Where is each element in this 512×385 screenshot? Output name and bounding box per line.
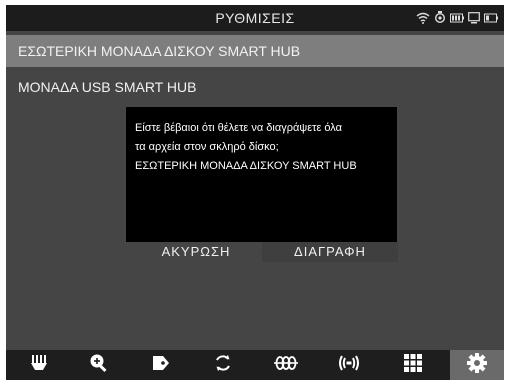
triple-loop-icon — [274, 353, 298, 378]
comb-icon — [28, 353, 48, 378]
battery-dots-icon — [450, 13, 464, 23]
list-item-usb-drive[interactable]: ΜΟΝΑΔΑ USB SMART HUB — [6, 71, 504, 103]
grid-icon — [403, 353, 423, 378]
cancel-button[interactable]: ΑΚΥΡΩΣΗ — [136, 242, 256, 262]
status-icons — [416, 10, 498, 26]
gear-icon — [466, 352, 488, 379]
wifi-icon — [416, 12, 430, 24]
top-bar: ΡΥΘΜΙΣΕΙΣ — [6, 5, 504, 31]
zoom-in-icon — [89, 353, 109, 378]
tag-icon — [151, 353, 171, 378]
signal-icon — [337, 353, 361, 378]
dialog-line: ΕΣΩΤΕΡΙΚΗ ΜΟΝΑΔΑ ΔΙΣΚΟΥ SMART HUB — [135, 160, 357, 172]
confirm-delete-dialog: Είστε βέβαιοι ότι θέλετε να διαγράψετε ό… — [126, 107, 397, 242]
monitor-icon — [468, 12, 480, 24]
tab-zoom[interactable] — [72, 350, 126, 380]
tab-comb[interactable] — [11, 350, 65, 380]
bottom-tab-bar — [6, 350, 504, 380]
settings-screen: ΡΥΘΜΙΣΕΙΣ ΕΣΩΤΕΡΙΚΗ ΜΟΝΑΔΑ ΔΙΣΚΟΥ SMART … — [6, 5, 504, 380]
delete-button[interactable]: ΔΙΑΓΡΑΦΗ — [262, 242, 398, 262]
tab-signal[interactable] — [322, 350, 376, 380]
dialog-message: Είστε βέβαιοι ότι θέλετε να διαγράψετε ό… — [135, 119, 390, 176]
tab-settings[interactable] — [450, 350, 504, 380]
tab-rotate[interactable] — [196, 350, 250, 380]
dialog-line: Είστε βέβαιοι ότι θέλετε να διαγράψετε ό… — [135, 122, 343, 134]
battery-icon — [484, 13, 498, 23]
rotate-icon — [213, 353, 233, 378]
tab-triple-loop[interactable] — [259, 350, 313, 380]
dialog-line: τα αρχεία στον σκληρό δίσκο; — [135, 141, 279, 153]
bulb-icon — [434, 11, 446, 25]
tab-grid[interactable] — [386, 350, 440, 380]
list-item-internal-drive[interactable]: ΕΣΩΤΕΡΙΚΗ ΜΟΝΑΔΑ ΔΙΣΚΟΥ SMART HUB — [6, 35, 504, 67]
tab-tag[interactable] — [134, 350, 188, 380]
